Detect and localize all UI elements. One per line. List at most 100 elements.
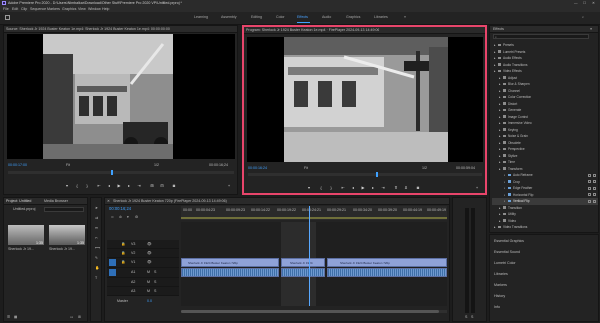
step-forward-icon[interactable]: ▸ — [126, 183, 132, 188]
panel-essential-sound[interactable]: Essential Sound — [494, 250, 520, 254]
ripple-edit-tool-icon[interactable]: ⇹ — [95, 226, 98, 230]
work-area-bar[interactable] — [181, 217, 447, 219]
mute-icon[interactable]: M — [147, 270, 150, 274]
chevron-right-icon[interactable]: ▸ — [499, 89, 501, 93]
panel-markers[interactable]: Markers — [494, 283, 507, 287]
timeline-scroll-thumb[interactable] — [181, 310, 439, 313]
step-back-icon[interactable]: ◂ — [106, 183, 112, 188]
home-icon[interactable] — [5, 15, 10, 20]
effects-tree-item[interactable]: ▸ Video Transitions — [492, 224, 598, 231]
type-tool-icon[interactable]: T — [95, 276, 97, 280]
add-marker-icon[interactable]: ▾ — [64, 183, 70, 188]
source-resolution-select[interactable]: 1/2 — [154, 163, 159, 167]
panel-lumetri-color[interactable]: Lumetri Color — [494, 261, 516, 265]
solo-icon[interactable]: S — [154, 289, 156, 293]
eye-icon[interactable]: 👁 — [147, 251, 152, 255]
source-timecode-current[interactable]: 00:00:17:00 — [8, 163, 27, 167]
hand-tool-icon[interactable]: ✋ — [95, 266, 99, 270]
source-patch-v1[interactable] — [109, 259, 116, 266]
timeline-timecode[interactable]: 00:00:16;24 — [109, 206, 131, 211]
chevron-right-icon[interactable]: ▸ — [494, 43, 496, 47]
menu-file[interactable]: File — [3, 7, 9, 11]
workspace-overflow-icon[interactable]: » — [404, 15, 406, 19]
workspace-editing[interactable]: Editing — [251, 15, 262, 19]
mute-icon[interactable]: M — [147, 280, 150, 284]
track-select-tool-icon[interactable]: ⇉ — [95, 216, 98, 220]
workspace-audio[interactable]: Audio — [322, 15, 331, 19]
source-patch-a1[interactable] — [109, 269, 116, 276]
solo-icon[interactable]: S — [154, 280, 156, 284]
chevron-right-icon[interactable]: ▸ — [499, 128, 501, 132]
track-label[interactable]: V1 — [131, 260, 135, 264]
program-step-forward-icon[interactable]: ▸ — [370, 185, 376, 190]
eye-icon[interactable]: 👁 — [147, 242, 152, 246]
menu-edit[interactable]: Edit — [12, 7, 18, 11]
effect-icon[interactable]: ▪ — [504, 193, 505, 197]
meter-solo-icon[interactable]: S — [471, 315, 473, 319]
timeline-scrollbar[interactable] — [181, 310, 447, 313]
track-label[interactable]: A3 — [131, 289, 135, 293]
menu-window[interactable]: Window — [88, 7, 101, 11]
pen-tool-icon[interactable]: ✎ — [95, 256, 98, 260]
menu-help[interactable]: Help — [102, 7, 109, 11]
chevron-right-icon[interactable]: ▸ — [499, 219, 501, 223]
source-scrubber[interactable] — [8, 170, 234, 175]
effect-icon[interactable]: ▪ — [504, 186, 505, 190]
source-playhead[interactable] — [111, 170, 113, 175]
overwrite-icon[interactable]: ⊟ — [159, 183, 165, 188]
program-go-to-out-icon[interactable]: ⇥ — [380, 185, 386, 190]
mark-out-icon[interactable]: } — [84, 183, 90, 188]
chevron-right-icon[interactable]: ▸ — [494, 63, 496, 67]
clip-v1-b[interactable]: Sherlock Jr 1924 — [281, 258, 325, 267]
program-playhead[interactable] — [376, 172, 378, 177]
timeline-close-icon[interactable]: ✕ — [107, 199, 110, 203]
chevron-right-icon[interactable]: ▸ — [499, 212, 501, 216]
program-add-button-icon[interactable]: + — [474, 185, 480, 190]
program-mark-in-icon[interactable]: { — [318, 185, 324, 190]
clip-a1-c[interactable] — [327, 268, 447, 277]
play-icon[interactable]: ▶ — [116, 183, 122, 188]
eye-icon[interactable]: 👁 — [147, 260, 152, 264]
track-area[interactable]: Sherlock Jr 1924 Buster Keaton 720p Sher… — [181, 206, 447, 306]
program-add-marker-icon[interactable]: ▾ — [306, 185, 312, 190]
program-fit-select[interactable]: Fit — [304, 166, 308, 170]
slip-tool-icon[interactable]: ⟷ — [95, 246, 100, 250]
select-tool-icon[interactable]: ➤ — [95, 206, 98, 210]
effect-icon[interactable]: ▪ — [504, 180, 505, 184]
panel-libraries[interactable]: Libraries — [494, 272, 508, 276]
add-button-icon[interactable]: + — [226, 183, 232, 188]
clip-a1-a[interactable] — [181, 268, 279, 277]
solo-icon[interactable]: S — [154, 270, 156, 274]
new-bin-icon[interactable]: ▭ — [70, 315, 73, 319]
effect-icon[interactable]: ▪ — [504, 173, 505, 177]
track-label[interactable]: V2 — [131, 251, 135, 255]
effects-search-input[interactable]: ⌕ — [493, 34, 589, 39]
panel-info[interactable]: Info — [494, 305, 500, 309]
timeline-ruler[interactable]: 00:00 00:00:04:23 00:00:09:23 00:00:14:2… — [181, 206, 447, 220]
menu-view[interactable]: View — [78, 7, 86, 11]
chevron-right-icon[interactable]: ▸ — [499, 76, 501, 80]
add-marker-timeline-icon[interactable]: ▾ — [127, 215, 129, 219]
menu-sequence[interactable]: Sequence — [30, 7, 46, 11]
project-item[interactable]: Sherlock Jr 19... 1:35 — [49, 225, 85, 255]
panel-history[interactable]: History — [494, 294, 505, 298]
program-resolution-select[interactable]: 1/2 — [422, 166, 427, 170]
clip-v1-c[interactable]: Sherlock Jr 1924 Buster Keaton 720p — [327, 258, 447, 267]
workspace-assembly[interactable]: Assembly — [221, 15, 237, 19]
chevron-right-icon[interactable]: ▸ — [494, 225, 496, 229]
clip-v1-a[interactable]: Sherlock Jr 1924 Buster Keaton 720p — [181, 258, 279, 267]
chevron-right-icon[interactable]: ▸ — [494, 69, 496, 73]
timeline-settings-icon[interactable]: ⚙ — [135, 215, 138, 219]
program-scrubber[interactable] — [248, 172, 482, 177]
menu-graphics[interactable]: Graphics — [62, 7, 76, 11]
chevron-right-icon[interactable]: ▸ — [499, 141, 501, 145]
effect-icon[interactable]: ▪ — [504, 199, 505, 203]
chevron-right-icon[interactable]: ▸ — [499, 160, 501, 164]
go-to-in-icon[interactable]: ⇤ — [96, 183, 102, 188]
program-video-frame[interactable] — [247, 37, 483, 162]
timeline-playhead[interactable] — [309, 206, 310, 306]
mark-in-icon[interactable]: { — [74, 183, 80, 188]
chevron-right-icon[interactable]: ▸ — [499, 154, 501, 158]
track-label[interactable]: A1 — [131, 270, 135, 274]
chevron-right-icon[interactable]: ▸ — [499, 95, 501, 99]
